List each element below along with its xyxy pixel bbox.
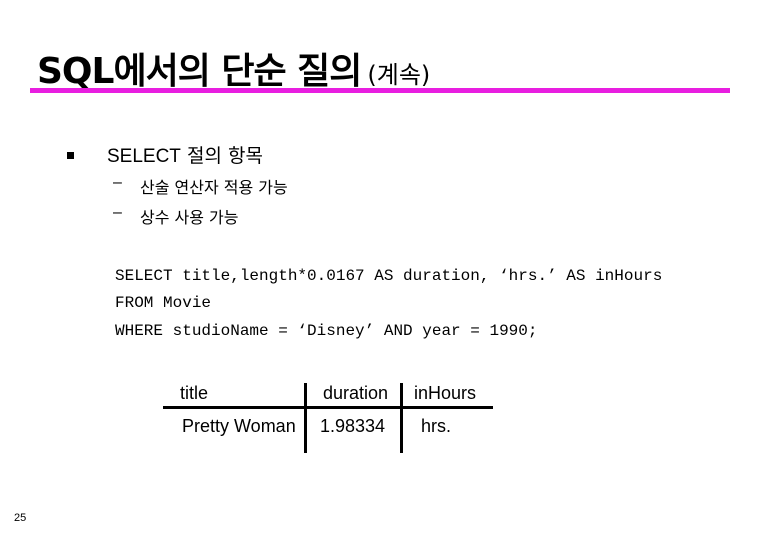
dash-bullet-icon: –	[113, 204, 122, 221]
page-number: 25	[14, 512, 27, 524]
square-bullet-icon	[67, 152, 74, 159]
table-header-divider	[163, 406, 493, 409]
dash-bullet-icon: –	[113, 174, 122, 191]
table-column-divider	[400, 383, 403, 453]
bullet-keyword: SELECT	[107, 146, 181, 167]
slide-title: SQL에서의 단순 질의 (계속)	[37, 42, 430, 94]
slide-title-sub: (계속)	[367, 61, 431, 89]
subitem-text: 상수 사용 가능	[140, 208, 239, 227]
table-column-divider	[304, 383, 307, 453]
table-header-cell: title	[180, 383, 209, 403]
sql-code-line: FROM Movie	[115, 294, 212, 312]
subitem-text: 산술 연산자 적용 가능	[140, 178, 288, 197]
slide-title-main: SQL에서의 단순 질의	[37, 51, 362, 92]
table-cell: hrs.	[421, 416, 452, 436]
table-cell: 1.98334	[320, 416, 386, 436]
table-header-cell: inHours	[414, 383, 477, 403]
bullet-item: SELECT 절의 항목	[107, 141, 263, 168]
bullet-text: 절의 항목	[180, 145, 263, 167]
sql-code-line: SELECT title,length*0.0167 AS duration, …	[115, 267, 663, 285]
title-underline-divider	[30, 88, 730, 93]
table-cell: Pretty Woman	[182, 416, 296, 436]
table-header-cell: duration	[323, 383, 389, 403]
sql-code-line: WHERE studioName = ‘Disney’ AND year = 1…	[115, 322, 538, 340]
